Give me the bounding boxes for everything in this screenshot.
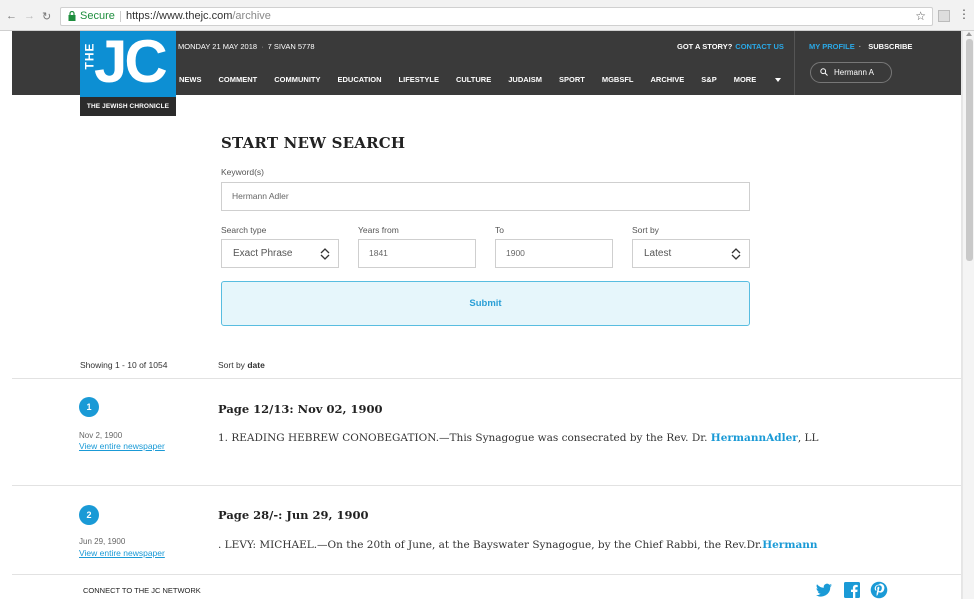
result-date: Nov 2, 1900 <box>79 431 123 440</box>
years-to-input[interactable]: 1900 <box>495 239 613 268</box>
my-profile-link[interactable]: MY PROFILE <box>809 42 855 51</box>
divider <box>12 574 962 575</box>
facebook-icon[interactable] <box>843 581 861 599</box>
sort-select[interactable]: Latest <box>632 239 750 268</box>
nav-item-culture[interactable]: CULTURE <box>456 75 491 87</box>
header-search-value: Hermann A <box>834 68 875 77</box>
header-search-input[interactable]: Hermann A <box>810 62 892 83</box>
nav-item-archive[interactable]: ARCHIVE <box>651 75 685 87</box>
result-snippet: . LEVY: MICHAEL.—On the 20th of June, at… <box>218 539 818 551</box>
account-separator: · <box>858 42 862 51</box>
results-count: Showing 1 - 10 of 1054 <box>80 360 168 370</box>
gregorian-date: MONDAY 21 MAY 2018 <box>178 42 258 51</box>
header-date: MONDAY 21 MAY 2018 · 7 SIVAN 5778 <box>178 42 315 51</box>
sort-value: Latest <box>644 248 672 259</box>
years-from-input[interactable]: 1841 <box>358 239 476 268</box>
site-logo[interactable]: THE JC THE JEWISH CHRONICLE <box>80 31 176 116</box>
subscribe-link[interactable]: SUBSCRIBE <box>868 42 912 51</box>
view-newspaper-link[interactable]: View entire newspaper <box>79 441 165 451</box>
sort-prefix: Sort by <box>218 360 245 370</box>
extension-icon[interactable] <box>938 10 950 22</box>
snippet-highlight: Hermann <box>762 539 818 551</box>
scrollbar[interactable] <box>962 31 974 599</box>
chevron-down-icon[interactable] <box>775 78 781 82</box>
result-date: Jun 29, 1900 <box>79 537 126 546</box>
keyword-input[interactable]: Hermann Adler <box>221 182 750 211</box>
divider <box>12 485 962 486</box>
search-type-label: Search type <box>221 225 267 235</box>
contact-us-link[interactable]: CONTACT US <box>735 42 784 51</box>
search-title: START NEW SEARCH <box>221 134 406 152</box>
snippet-text: . LEVY: MICHAEL.—On the 20th of June, at… <box>218 539 763 551</box>
nav-item-more[interactable]: MORE <box>734 75 757 87</box>
browser-chrome: ← → ↻ Secure https://www.thejc.com/archi… <box>0 0 974 31</box>
arrow-right-icon[interactable]: → <box>24 10 35 22</box>
lock-icon <box>68 11 76 21</box>
logo-mark: THE JC <box>80 31 176 97</box>
pinterest-icon[interactable] <box>870 581 888 599</box>
hebrew-date: 7 SIVAN 5778 <box>267 42 315 51</box>
search-icon <box>820 68 828 76</box>
site-header: THE JC THE JEWISH CHRONICLE MONDAY 21 MA… <box>12 31 962 116</box>
view-newspaper-link[interactable]: View entire newspaper <box>79 548 165 558</box>
date-separator: · <box>261 42 264 51</box>
result-snippet: 1. READING HEBREW CONOBEGATION.—This Syn… <box>218 432 818 444</box>
nav-item-news[interactable]: NEWS <box>179 75 202 87</box>
nav-item-sp[interactable]: S&P <box>701 75 716 87</box>
nav-item-community[interactable]: COMMUNITY <box>274 75 320 87</box>
snippet-highlight: HermannAdler <box>710 432 798 444</box>
browser-menu-icon[interactable]: ⋮ <box>958 7 970 21</box>
scroll-up-icon[interactable] <box>966 32 972 36</box>
secure-label: Secure <box>80 10 115 22</box>
nav-item-comment[interactable]: COMMENT <box>219 75 258 87</box>
arrow-left-icon[interactable]: ← <box>6 10 17 22</box>
results-sort: Sort by date <box>218 360 265 370</box>
years-to-label: To <box>495 225 504 235</box>
submit-button[interactable]: Submit <box>221 281 750 326</box>
url-text: https://www.thejc.com/archive <box>126 8 271 25</box>
sort-label: Sort by <box>632 225 659 235</box>
scrollbar-thumb[interactable] <box>966 39 973 261</box>
keyword-label: Keyword(s) <box>221 167 264 177</box>
result-number: 1 <box>79 397 99 417</box>
network-label: CONNECT TO THE JC NETWORK <box>83 586 201 595</box>
divider <box>12 378 962 379</box>
snippet-text-after: , LL <box>797 432 819 444</box>
logo-subtitle: THE JEWISH CHRONICLE <box>80 97 176 116</box>
star-icon[interactable]: ☆ <box>915 8 926 25</box>
result-number: 2 <box>79 505 99 525</box>
main-nav: NEWS COMMENT COMMUNITY EDUCATION LIFESTY… <box>179 75 773 87</box>
years-from-label: Years from <box>358 225 399 235</box>
sort-date-link[interactable]: date <box>247 360 264 370</box>
nav-item-lifestyle[interactable]: LIFESTYLE <box>399 75 439 87</box>
address-bar[interactable]: Secure https://www.thejc.com/archive ☆ <box>60 7 933 26</box>
logo-jc: JC <box>94 31 168 95</box>
nav-item-education[interactable]: EDUCATION <box>338 75 382 87</box>
snippet-text: 1. READING HEBREW CONOBEGATION.—This Syn… <box>218 432 711 444</box>
nav-item-mgbsfl[interactable]: MGBSFL <box>602 75 634 87</box>
search-type-value: Exact Phrase <box>233 248 293 259</box>
select-arrows-icon <box>320 248 330 260</box>
search-type-select[interactable]: Exact Phrase <box>221 239 339 268</box>
select-arrows-icon <box>731 248 741 260</box>
url-host: https://www.thejc.com <box>126 10 233 22</box>
url-path: /archive <box>232 10 271 22</box>
twitter-icon[interactable] <box>815 581 833 599</box>
got-story-label: GOT A STORY? <box>677 42 733 51</box>
result-title[interactable]: Page 28/-: Jun 29, 1900 <box>218 508 369 522</box>
nav-item-judaism[interactable]: JUDAISM <box>508 75 542 87</box>
header-divider <box>794 31 795 95</box>
result-title[interactable]: Page 12/13: Nov 02, 1900 <box>218 402 383 416</box>
got-story: GOT A STORY? CONTACT US <box>677 42 784 51</box>
nav-item-sport[interactable]: SPORT <box>559 75 585 87</box>
reload-icon[interactable]: ↻ <box>42 10 51 23</box>
account-links: MY PROFILE · SUBSCRIBE <box>809 42 912 51</box>
address-divider <box>120 11 121 22</box>
